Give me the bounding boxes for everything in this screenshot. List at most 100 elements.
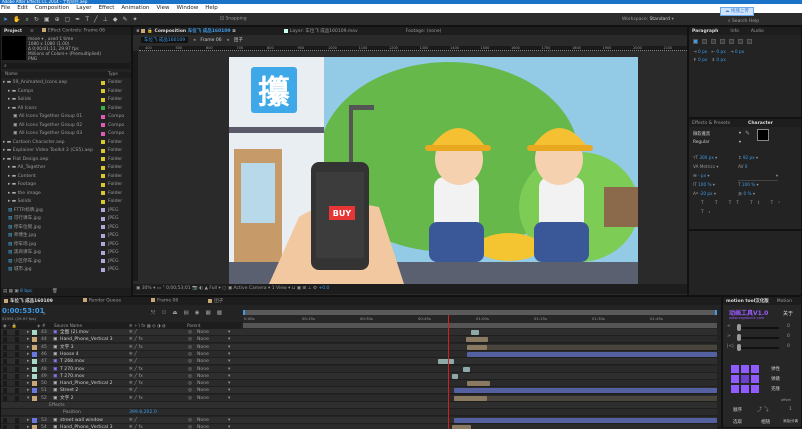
slider-handle[interactable] — [737, 344, 741, 351]
parent-select[interactable]: None — [197, 351, 209, 358]
layer-row[interactable]: ▸ 45 ▣ 文字 3 ✲ ╱ fx ◎ None ▾ — [1, 343, 717, 351]
label-color[interactable] — [32, 395, 37, 401]
horizontal-scale-field[interactable]: 100 % — [742, 182, 755, 187]
expand-arrow-icon[interactable]: ▸ — [27, 344, 29, 351]
layer-name[interactable]: Street 2 — [60, 387, 78, 394]
layer-switches[interactable]: ✲ ╱ — [129, 417, 137, 424]
parent-dropdown-icon[interactable]: ▾ — [228, 366, 230, 373]
tab-project[interactable]: Project — [4, 29, 22, 34]
layer-row[interactable]: ▸ 49 ▣ T 270.mov ✲ ╱ fx ◎ None ▾ — [1, 372, 717, 380]
upload-button[interactable]: ☁ 拖拽上传 — [720, 7, 754, 16]
label-color[interactable] — [101, 106, 105, 110]
column-type[interactable]: Type — [108, 72, 118, 78]
layer-name[interactable]: 文字 2 — [60, 395, 74, 402]
label-color[interactable] — [101, 174, 105, 178]
project-item[interactable]: ▣ All Icons Together Group 01 Compo — [1, 113, 131, 120]
pan-behind-icon[interactable]: ⊕ — [55, 16, 60, 24]
parent-dropdown-icon[interactable]: ▾ — [228, 387, 230, 394]
menu-edit[interactable]: Edit — [17, 4, 28, 13]
layer-duration-bar[interactable] — [467, 344, 487, 350]
motion-slider[interactable]: >0 — [727, 334, 801, 344]
slider-handle[interactable] — [737, 334, 741, 341]
label-color[interactable] — [32, 424, 37, 429]
layer-property[interactable]: Position 399.8,202.0 — [1, 409, 717, 417]
parent-select[interactable]: None — [197, 358, 209, 365]
follow-button[interactable]: 相随 — [761, 419, 770, 425]
ease-icons[interactable]: ⤴ ⤵ — [757, 406, 769, 413]
parent-pick-icon[interactable]: ◎ — [188, 366, 192, 373]
search-help[interactable]: ⌕ Search Help — [728, 18, 759, 24]
label-color[interactable] — [101, 89, 105, 93]
timeline-tab[interactable]: Frame 06 — [151, 298, 178, 304]
baseline-shift-field[interactable]: -20 px — [699, 191, 712, 196]
roto-tool-icon[interactable]: ✎ — [122, 16, 127, 24]
layer-name[interactable]: Hand_Phone_Vertical 3 — [60, 424, 113, 429]
justify-right-icon[interactable] — [738, 39, 743, 44]
sequence-button[interactable]: 顺序 — [733, 407, 742, 413]
layer-row[interactable]: ▸ 54 ▣ Hand_Phone_Vertical 3 ✲ ╱ fx ◎ None ▾ — [1, 423, 717, 429]
project-item[interactable]: ▨ 可行课车.jpg JPEG — [1, 215, 131, 222]
pen-tool-icon[interactable]: ✒ — [75, 16, 80, 24]
parent-dropdown-icon[interactable]: ▾ — [228, 373, 230, 380]
align-left-icon[interactable] — [693, 39, 698, 44]
visibility-toggle[interactable] — [3, 417, 7, 423]
offset-value[interactable]: 1 — [789, 407, 792, 412]
layer-switches[interactable]: ✲ ╱ — [129, 329, 137, 336]
label-color[interactable] — [32, 344, 37, 350]
timeline-tab[interactable]: Render Queue — [82, 298, 121, 304]
slider-value[interactable]: 0 — [787, 344, 790, 349]
parent-pick-icon[interactable]: ◎ — [188, 387, 192, 394]
parent-select[interactable]: None — [197, 336, 209, 343]
lock-toggle[interactable] — [15, 388, 19, 394]
menu-layer[interactable]: Layer — [76, 4, 91, 13]
motion-slider[interactable]: <0 — [727, 324, 801, 334]
visibility-toggle[interactable] — [3, 351, 7, 357]
column-source-name[interactable]: Source Name — [54, 322, 82, 329]
font-family-select[interactable]: 微软雅黑 ▾ — [693, 131, 741, 137]
layer-name[interactable]: 文字 3 — [60, 344, 74, 351]
vertical-scale-field[interactable]: 100 % — [698, 182, 711, 187]
magnification-select[interactable]: 30% — [142, 286, 152, 291]
layer-duration-bar[interactable] — [463, 366, 470, 372]
label-color[interactable] — [32, 381, 37, 387]
rotate-tool-icon[interactable]: ↻ — [34, 16, 39, 24]
parent-select[interactable]: None — [197, 380, 209, 387]
slider-value[interactable]: 0 — [787, 324, 790, 329]
layer-switches[interactable]: ✲ ╱ fx — [129, 373, 143, 380]
brush-tool-icon[interactable]: ╱ — [94, 16, 98, 24]
menu-file[interactable]: File — [1, 4, 10, 13]
time-ruler[interactable]: 0:00s 00:15s 00:30s 00:45s 01:00s 01:15s 01:30… — [243, 309, 717, 329]
menu-help[interactable]: Help — [205, 4, 218, 13]
slider-handle[interactable] — [737, 324, 741, 331]
layer-row[interactable]: ▸ 44 ▣ Hand_Phone_Vertical 3 ✲ ╱ fx ◎ None ▾ — [1, 336, 717, 344]
select-button[interactable]: 选取 — [733, 419, 742, 425]
elastic-button[interactable]: 弹性 — [771, 365, 780, 375]
project-item[interactable]: ▸ ▬ Solids Folder — [1, 198, 131, 205]
tab-composition[interactable]: × 🔒 Composition 车位飞 成品160109 ≡ — [136, 28, 236, 34]
expand-arrow-icon[interactable]: ▸ — [27, 424, 29, 429]
anchor-point-button[interactable] — [731, 375, 739, 383]
puppet-tool-icon[interactable]: ✦ — [133, 16, 138, 24]
label-color[interactable] — [101, 140, 105, 144]
project-item[interactable]: ▸ ▬ Solids Folder — [1, 96, 131, 103]
layer-switches[interactable]: ✲ ╱ fx — [129, 395, 143, 402]
slider-track[interactable] — [737, 347, 779, 349]
label-color[interactable] — [101, 114, 105, 119]
mask-tool-icon[interactable]: ▢ — [65, 16, 71, 24]
label-color[interactable] — [101, 157, 105, 161]
layer-name[interactable]: Hand_Phone_Vertical 2 — [60, 380, 113, 387]
eyedropper-icon[interactable]: ✎ — [745, 130, 750, 137]
tab-character[interactable]: Character — [748, 121, 773, 126]
selection-tool-icon[interactable]: ➤ — [3, 16, 8, 24]
parent-pick-icon[interactable]: ◎ — [188, 395, 192, 402]
visibility-toggle[interactable] — [3, 359, 7, 365]
camera-tool-icon[interactable]: ▣ — [44, 16, 50, 24]
bpc-button[interactable]: 8 bpc — [20, 289, 32, 294]
parent-dropdown-icon[interactable]: ▾ — [228, 417, 230, 424]
expand-arrow-icon[interactable]: ▾ — [27, 395, 29, 402]
lock-toggle[interactable] — [15, 359, 19, 365]
parent-pick-icon[interactable]: ◎ — [188, 336, 192, 343]
label-color[interactable] — [101, 225, 105, 229]
label-color[interactable] — [101, 250, 105, 255]
indent-left[interactable]: 0 px — [698, 50, 707, 55]
